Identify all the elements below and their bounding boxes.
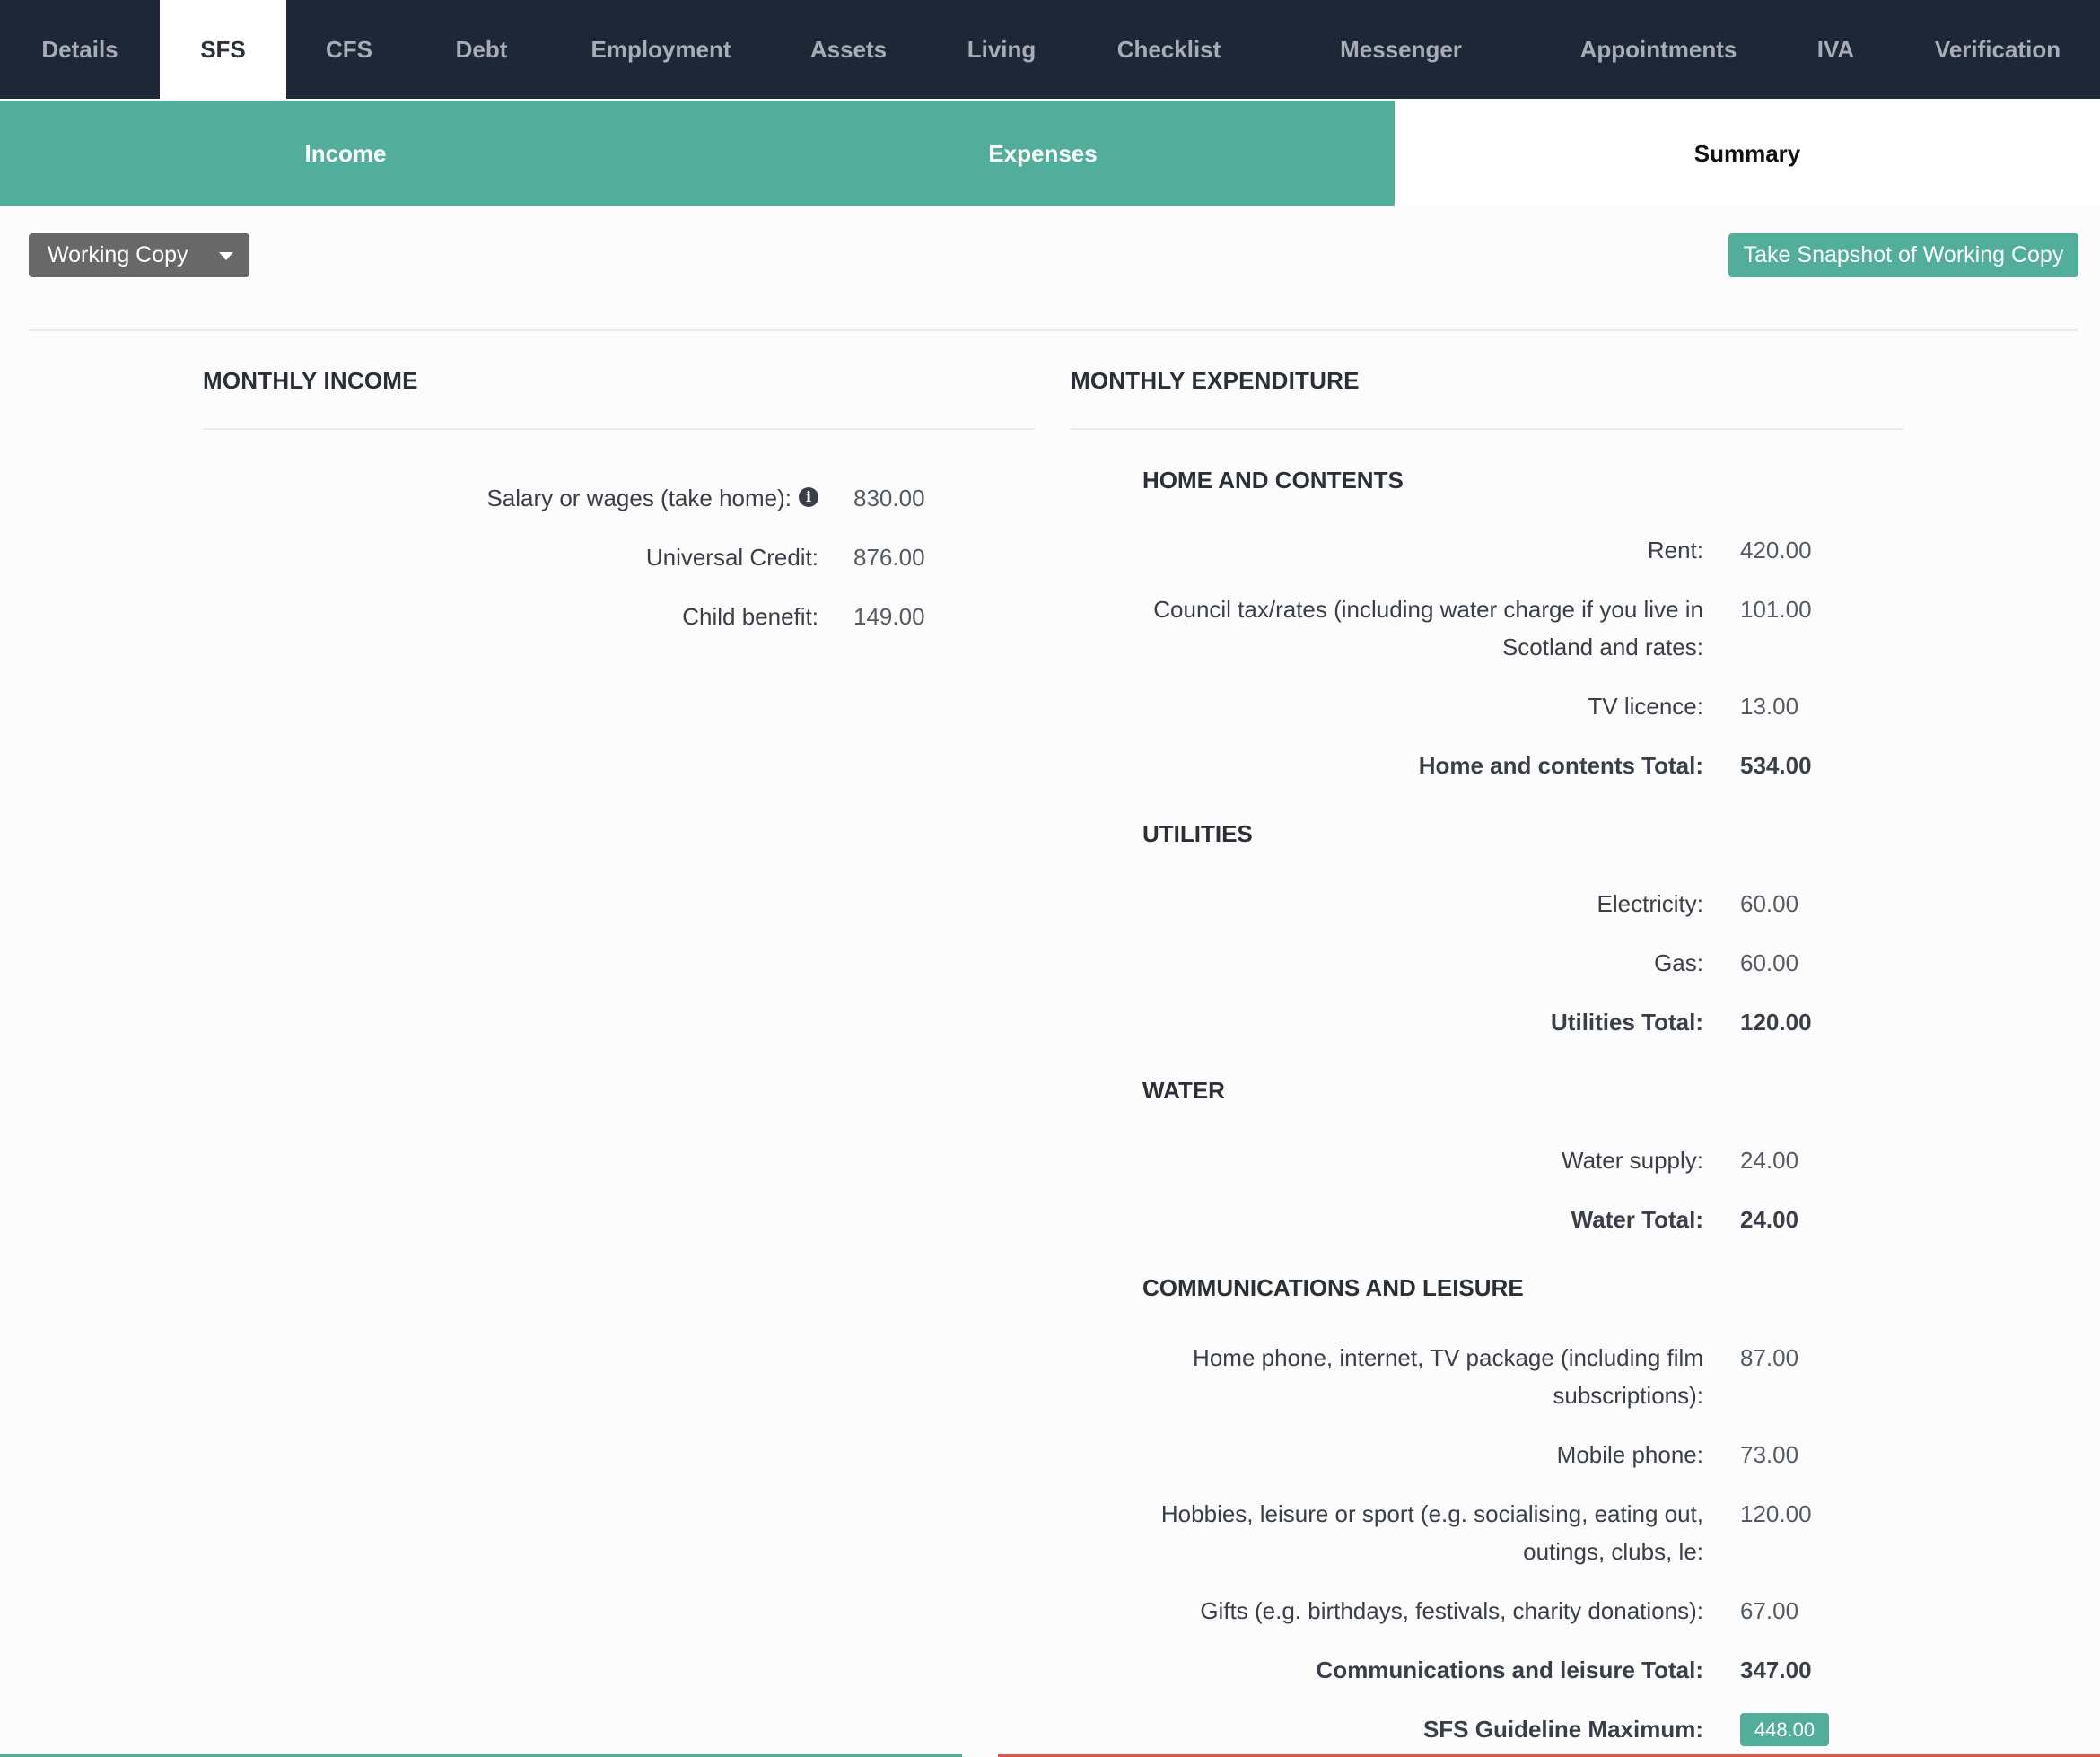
hobbies-label-line1: Hobbies, leisure or sport (e.g. socialis… <box>1160 1500 1703 1527</box>
tab-appointments[interactable]: Appointments <box>1541 0 1776 99</box>
tab-sfs[interactable]: SFS <box>160 0 286 99</box>
tv-licence-value: 13.00 <box>1740 693 1799 720</box>
tab-verification[interactable]: Verification <box>1895 0 2100 99</box>
comms-total-value: 347.00 <box>1740 1656 1812 1683</box>
home-total-value: 534.00 <box>1740 752 1812 779</box>
gifts-value: 67.00 <box>1740 1597 1799 1624</box>
council-tax-value: 101.00 <box>1740 596 1812 623</box>
caret-down-icon <box>219 252 233 260</box>
home-contents-title: HOME AND CONTENTS <box>1142 467 1404 494</box>
gifts-label: Gifts (e.g. birthdays, festivals, charit… <box>1200 1597 1703 1624</box>
divider <box>1071 428 1903 430</box>
top-nav: Details SFS CFS Debt Employment Assets L… <box>0 0 2100 99</box>
tab-iva[interactable]: IVA <box>1776 0 1895 99</box>
mobile-phone-label: Mobile phone: <box>1556 1441 1703 1468</box>
home-phone-label: Home phone, internet, TV package (includ… <box>1193 1339 1703 1414</box>
mobile-phone-value: 73.00 <box>1740 1441 1799 1468</box>
sfs-guideline-badge: 448.00 <box>1740 1713 1829 1746</box>
tab-living[interactable]: Living <box>926 0 1077 99</box>
monthly-expenditure-title: MONTHLY EXPENDITURE <box>1071 367 1360 394</box>
water-total-label: Water Total: <box>1571 1206 1703 1233</box>
home-phone-label-line2: subscriptions): <box>1553 1382 1703 1409</box>
tab-employment[interactable]: Employment <box>551 0 771 99</box>
home-phone-label-line1: Home phone, internet, TV package (includ… <box>1193 1344 1703 1371</box>
comms-leisure-title: COMMUNICATIONS AND LEISURE <box>1142 1274 1524 1301</box>
take-snapshot-button[interactable]: Take Snapshot of Working Copy <box>1728 233 2078 277</box>
income-label-child-benefit: Child benefit: <box>682 603 818 630</box>
gas-label: Gas: <box>1654 949 1703 976</box>
water-supply-label: Water supply: <box>1562 1147 1703 1174</box>
subtab-income[interactable]: Income <box>0 101 691 206</box>
water-total-value: 24.00 <box>1740 1206 1799 1233</box>
electricity-label: Electricity: <box>1597 890 1703 917</box>
gas-value: 60.00 <box>1740 949 1799 976</box>
water-supply-value: 24.00 <box>1740 1147 1799 1174</box>
council-tax-label: Council tax/rates (including water charg… <box>1153 590 1703 666</box>
income-value-salary: 830.00 <box>853 485 925 511</box>
tab-assets[interactable]: Assets <box>771 0 926 99</box>
income-label-salary: Salary or wages (take home): i <box>486 479 818 517</box>
council-tax-label-line2: Scotland and rates: <box>1501 634 1703 660</box>
comms-total-label: Communications and leisure Total: <box>1316 1656 1703 1683</box>
council-tax-label-line1: Council tax/rates (including water charg… <box>1153 596 1703 623</box>
monthly-income-title: MONTHLY INCOME <box>203 367 418 394</box>
rent-label: Rent: <box>1647 537 1703 564</box>
tab-cfs[interactable]: CFS <box>286 0 412 99</box>
subtab-summary[interactable]: Summary <box>1395 101 2100 206</box>
salary-label-text: Salary or wages (take home): <box>486 485 792 511</box>
water-title: WATER <box>1142 1077 1225 1104</box>
hobbies-label-line2: outings, clubs, le: <box>1523 1538 1703 1565</box>
hobbies-label: Hobbies, leisure or sport (e.g. socialis… <box>1161 1495 1703 1570</box>
utilities-title: UTILITIES <box>1142 820 1253 847</box>
tab-checklist[interactable]: Checklist <box>1077 0 1261 99</box>
tv-licence-label: TV licence: <box>1588 693 1703 720</box>
home-phone-value: 87.00 <box>1740 1344 1799 1371</box>
income-label-universal-credit: Universal Credit: <box>645 544 818 571</box>
income-value-child-benefit: 149.00 <box>853 603 925 630</box>
electricity-value: 60.00 <box>1740 890 1799 917</box>
copy-select-label: Working Copy <box>48 242 188 267</box>
home-total-label: Home and contents Total: <box>1418 752 1703 779</box>
divider <box>203 428 1035 430</box>
sfs-guideline-label: SFS Guideline Maximum: <box>1422 1716 1703 1743</box>
utilities-total-label: Utilities Total: <box>1551 1009 1703 1036</box>
info-icon[interactable]: i <box>799 487 818 508</box>
tab-messenger[interactable]: Messenger <box>1261 0 1541 99</box>
income-value-universal-credit: 876.00 <box>853 544 925 571</box>
subtab-expenses[interactable]: Expenses <box>691 101 1395 206</box>
tab-debt[interactable]: Debt <box>412 0 551 99</box>
hobbies-value: 120.00 <box>1740 1500 1812 1527</box>
copy-select[interactable]: Working Copy <box>29 233 249 277</box>
utilities-total-value: 120.00 <box>1740 1009 1812 1036</box>
rent-value: 420.00 <box>1740 537 1812 564</box>
divider <box>29 329 2078 331</box>
sub-tabs: Income Expenses Summary <box>0 99 2100 206</box>
tab-details[interactable]: Details <box>0 0 160 99</box>
